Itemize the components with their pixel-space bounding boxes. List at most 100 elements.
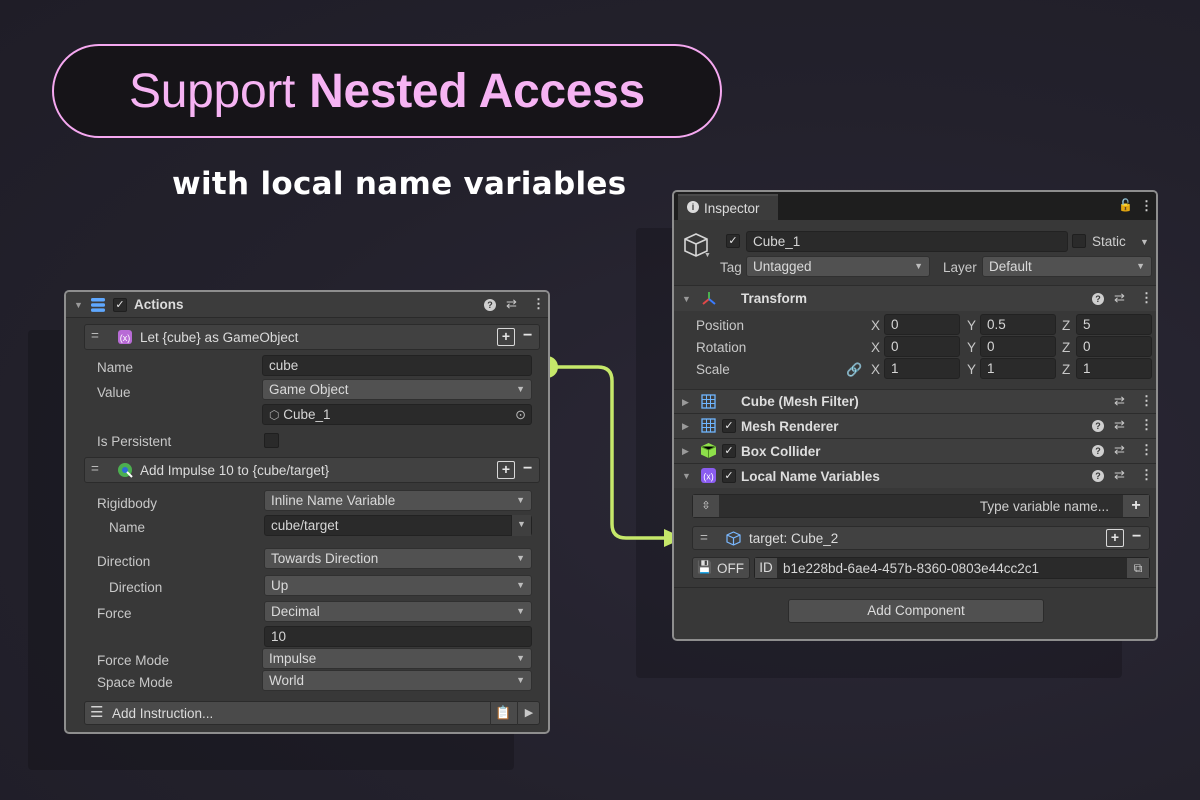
value-type-dropdown[interactable]: Game Object ▼ [262,379,532,400]
menu-icon[interactable]: ⋮ [1140,198,1153,214]
layer-dropdown[interactable]: Default ▼ [982,256,1152,277]
paste-icon[interactable]: 📋 [490,701,516,725]
position-z-field[interactable]: 5 [1076,314,1152,335]
fold-icon[interactable]: ▼ [682,471,691,481]
presets-icon[interactable]: ⇄ [1114,393,1125,409]
scale-y-field[interactable]: 1 [980,358,1056,379]
id-value[interactable]: b1e228bd-6ae4-457b-8360-0803e44cc2c1 [783,561,1039,576]
menu-icon[interactable]: ⋮ [1140,417,1153,433]
add-instruction-icon[interactable]: + [497,328,515,346]
presets-icon[interactable]: ⇄ [506,296,517,312]
menu-icon[interactable]: ⋮ [1140,442,1153,458]
menu-icon[interactable]: ⋮ [1140,467,1153,483]
object-active-checkbox[interactable]: ✓ [726,234,740,248]
presets-icon[interactable]: ⇄ [1114,417,1125,433]
object-field[interactable]: ⬡ Cube_1 ⊙ [262,404,532,425]
add-instruction-bar[interactable]: ☰ Add Instruction... 📋 ▶ [84,701,540,725]
menu-icon[interactable]: ⋮ [1140,290,1153,306]
chevron-down-icon[interactable]: ▼ [704,252,711,259]
instruction1-header[interactable]: = (x) Let {cube} as GameObject + − [84,324,540,350]
tab-inspector[interactable]: i Inspector [678,194,778,220]
id-label: ID [755,558,777,578]
box-collider-checkbox[interactable]: ✓ [722,444,736,458]
remove-instruction-icon[interactable]: − [523,327,532,345]
chevron-down-icon: ▼ [516,553,525,563]
tab-inspector-label: Inspector [704,201,760,216]
headline-pill: Support Nested Access [52,44,722,138]
variable-item[interactable]: = target: Cube_2 + − [692,526,1150,550]
static-checkbox[interactable] [1072,234,1086,248]
name-field[interactable]: cube [262,355,532,376]
help-icon[interactable]: ? [484,299,496,311]
object-picker-icon[interactable]: ⊙ [515,405,526,424]
tag-dropdown[interactable]: Untagged ▼ [746,256,930,277]
persistent-checkbox[interactable] [264,433,279,448]
transform-header[interactable]: ▼ Transform ? ⇄ ⋮ [674,285,1156,311]
space-mode-dropdown[interactable]: World ▼ [262,670,532,691]
position-y-field[interactable]: 0.5 [980,314,1056,335]
sub-direction-dropdown[interactable]: Up ▼ [264,575,532,596]
variable-search-placeholder[interactable]: Type variable name... [980,499,1109,514]
scale-z-axis: Z [1062,362,1071,377]
fold-icon[interactable]: ▶ [682,446,689,457]
fold-icon[interactable]: ▶ [682,397,689,408]
help-icon[interactable]: ? [1092,420,1104,432]
impulse-icon [117,462,133,478]
sub-direction-text: Up [271,578,289,593]
force-number-field[interactable]: 10 [264,626,532,647]
mesh-renderer-header[interactable]: ▶ ✓ Mesh Renderer ? ⇄ ⋮ [674,413,1156,438]
instruction2-header[interactable]: = Add Impulse 10 to {cube/target} + − [84,457,540,483]
help-icon[interactable]: ? [1092,445,1104,457]
drag-handle-icon[interactable]: = [91,461,99,476]
add-component-section: Add Component [674,587,1156,639]
remove-variable-icon[interactable]: − [1132,528,1141,546]
box-collider-header[interactable]: ▶ ✓ Box Collider ? ⇄ ⋮ [674,438,1156,463]
rotation-y-field[interactable]: 0 [980,336,1056,357]
force-mode-dropdown[interactable]: Impulse ▼ [262,648,532,669]
chevron-down-icon[interactable]: ▼ [1140,237,1149,247]
drag-handle-icon[interactable]: = [91,328,99,343]
mesh-filter-header[interactable]: ▶ Cube (Mesh Filter) ⇄ ⋮ [674,389,1156,413]
help-icon[interactable]: ? [1092,293,1104,305]
scale-z-field[interactable]: 1 [1076,358,1152,379]
help-icon[interactable]: ? [1092,470,1104,482]
menu-icon[interactable]: ⋮ [1140,393,1153,409]
variable-name-field[interactable]: cube/target ▼ [264,515,532,536]
add-instruction-icon[interactable]: + [497,461,515,479]
actions-enabled-checkbox[interactable]: ✓ [113,298,127,312]
add-variable-icon[interactable]: + [1123,495,1149,517]
expand-variable-icon[interactable]: + [1106,529,1124,547]
add-component-button[interactable]: Add Component [788,599,1044,623]
position-y-axis: Y [967,318,977,333]
local-name-variables-checkbox[interactable]: ✓ [722,469,736,483]
force-dropdown[interactable]: Decimal ▼ [264,601,532,622]
fold-icon[interactable]: ▼ [682,294,691,304]
chevron-down-icon[interactable]: ▼ [511,515,531,536]
position-x-field[interactable]: 0 [884,314,960,335]
cube-icon [726,531,741,546]
mesh-renderer-checkbox[interactable]: ✓ [722,419,736,433]
menu-icon[interactable]: ⋮ [532,296,545,312]
save-off-toggle[interactable]: 💾 OFF [692,557,750,579]
constrain-link-icon[interactable]: 🔗 [846,362,862,378]
local-name-variables-header[interactable]: ▼ (x) ✓ Local Name Variables ? ⇄ ⋮ [674,463,1156,488]
rotation-z-field[interactable]: 0 [1076,336,1152,357]
presets-icon[interactable]: ⇄ [1114,290,1125,306]
presets-icon[interactable]: ⇄ [1114,467,1125,483]
tab-bar: i Inspector 🔓 ⋮ [674,192,1156,220]
actions-fold-icon[interactable]: ▼ [74,300,83,310]
collapse-icon[interactable]: ⇳ [693,495,719,517]
chevron-down-icon: ▼ [516,606,525,616]
object-name-field[interactable]: Cube_1 [746,231,1068,252]
copy-icon[interactable]: ⧉ [1127,558,1149,578]
lock-icon[interactable]: 🔓 [1118,198,1133,212]
rigidbody-dropdown[interactable]: Inline Name Variable ▼ [264,490,532,511]
play-icon[interactable]: ▶ [517,701,540,725]
rotation-x-field[interactable]: 0 [884,336,960,357]
remove-instruction-icon[interactable]: − [523,460,532,478]
fold-icon[interactable]: ▶ [682,421,689,432]
scale-x-field[interactable]: 1 [884,358,960,379]
drag-handle-icon[interactable]: = [700,530,708,545]
direction-dropdown[interactable]: Towards Direction ▼ [264,548,532,569]
presets-icon[interactable]: ⇄ [1114,442,1125,458]
